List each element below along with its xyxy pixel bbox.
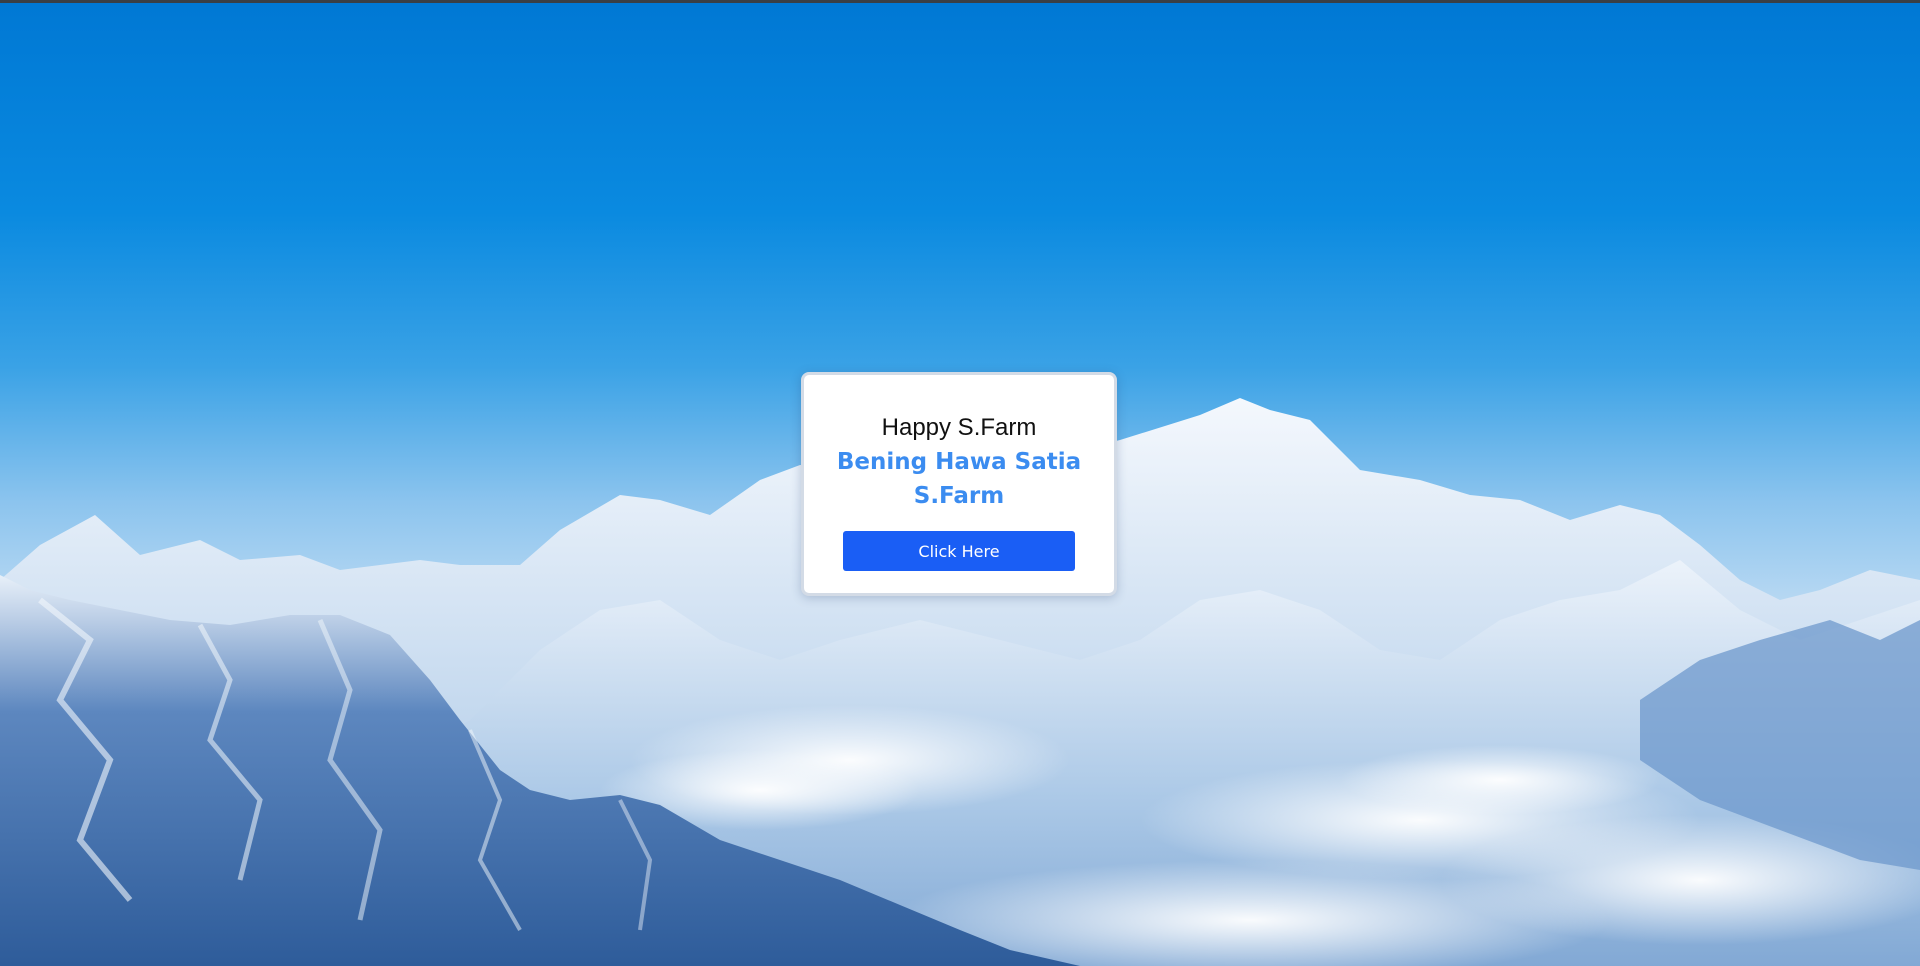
card-title: Happy S.Farm	[881, 414, 1037, 441]
welcome-card: Happy S.Farm Bening Hawa Satia S.Farm Cl…	[801, 372, 1117, 596]
card-subtitle: Bening Hawa Satia S.Farm	[836, 449, 1082, 509]
window-top-border	[0, 0, 1920, 3]
click-here-button[interactable]: Click Here	[843, 531, 1075, 571]
